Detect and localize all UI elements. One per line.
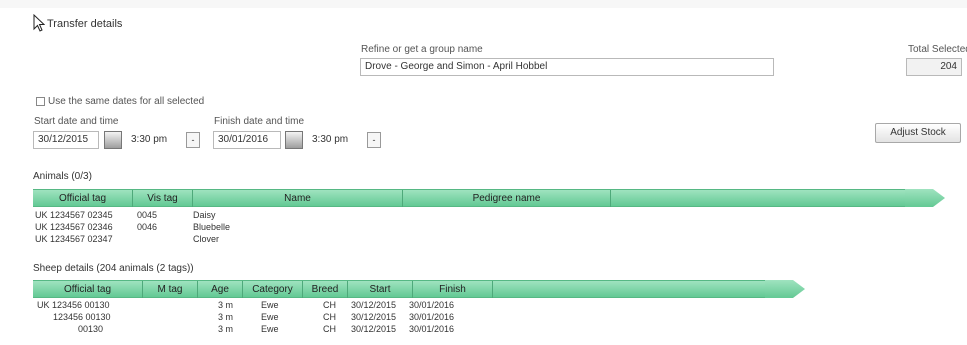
cell-official-tag: UK 1234567 02345 [35,210,113,220]
cell-vis-tag: 0045 [137,210,158,220]
cell-finish: 30/01/2016 [409,324,455,334]
adjust-stock-button[interactable]: Adjust Stock [875,123,961,143]
start-date-input[interactable]: 30/12/2015 [33,131,99,149]
animals-grid-header: Official tag Vis tag Name Pedigree name [33,189,913,207]
top-band [0,0,967,8]
start-time-input[interactable]: 3:30 pm [126,131,180,149]
cell-category: Ewe [261,324,279,334]
cell-start: 30/12/2015 [351,300,397,310]
cell-age: 3 m [218,300,234,310]
table-row[interactable]: UK 1234567 02345 0045 Daisy [33,210,433,220]
transfer-group-input[interactable]: Drove - George and Simon - April Hobbel [360,58,774,76]
cell-name: Bluebelle [193,222,231,232]
table-row[interactable]: 123456 00130 3 m Ewe CH 30/12/2015 30/01… [33,312,533,322]
transfer-group-label: Refine or get a group name [361,44,483,55]
table-row[interactable]: UK 1234567 02347 Clover [33,234,433,244]
cell-category: Ewe [261,300,279,310]
cell-name: Clover [193,234,220,244]
cell-name: Daisy [193,210,216,220]
cell-breed: CH [323,300,336,310]
cell-age: 3 m [218,324,234,334]
same-dates-label: Use the same dates for all selected [48,96,205,107]
column-official-tag[interactable]: Official tag [33,281,143,298]
finish-date-input[interactable]: 30/01/2016 [213,131,281,149]
grid-header-tail [765,280,805,298]
cell-breed: CH [323,312,336,322]
start-date-label: Start date and time [34,116,119,127]
same-dates-checkbox[interactable] [36,97,45,106]
cell-start: 30/12/2015 [351,312,397,322]
start-time-stepper[interactable]: - [186,132,200,148]
cell-breed: CH [323,324,336,334]
grid-header-tail [905,189,945,207]
total-selected-label: Total Selected [908,44,967,55]
table-row[interactable]: UK 1234567 02346 0046 Bluebelle [33,222,433,232]
cell-official-tag: 00130 [78,324,104,334]
column-breed[interactable]: Breed [303,281,348,298]
finish-time-input[interactable]: 3:30 pm [307,131,361,149]
cell-official-tag: UK 123456 00130 [37,300,110,310]
table-row[interactable]: UK 123456 00130 3 m Ewe CH 30/12/2015 30… [33,300,533,310]
cell-official-tag: UK 1234567 02347 [35,234,113,244]
column-finish[interactable]: Finish [413,281,493,298]
column-official-tag[interactable]: Official tag [33,190,133,207]
column-name[interactable]: Name [193,190,403,207]
cell-finish: 30/01/2016 [409,300,455,310]
table-row[interactable]: 00130 3 m Ewe CH 30/12/2015 30/01/2016 [33,324,533,334]
sheep-grid-header: Official tag M tag Age Category Breed St… [33,280,773,298]
total-selected-value: 204 [906,58,962,76]
calendar-icon[interactable] [285,131,303,149]
column-vis-tag[interactable]: Vis tag [133,190,193,207]
sheep-section-title: Sheep details (204 animals (2 tags)) [33,263,194,274]
cell-start: 30/12/2015 [351,324,397,334]
arrow-cursor-icon [33,13,46,35]
column-start[interactable]: Start [348,281,413,298]
cell-official-tag: 123456 00130 [53,312,111,322]
cell-category: Ewe [261,312,279,322]
cell-vis-tag: 0046 [137,222,158,232]
column-pedigree-name[interactable]: Pedigree name [403,190,611,207]
column-age[interactable]: Age [198,281,243,298]
calendar-icon[interactable] [104,131,122,149]
cell-official-tag: UK 1234567 02346 [35,222,113,232]
column-category[interactable]: Category [243,281,303,298]
finish-time-stepper[interactable]: - [367,132,381,148]
animals-section-title: Animals (0/3) [33,171,92,182]
cell-age: 3 m [218,312,234,322]
cell-finish: 30/01/2016 [409,312,455,322]
column-m-tag[interactable]: M tag [143,281,198,298]
page-title: Transfer details [47,18,123,30]
finish-date-label: Finish date and time [214,116,305,127]
